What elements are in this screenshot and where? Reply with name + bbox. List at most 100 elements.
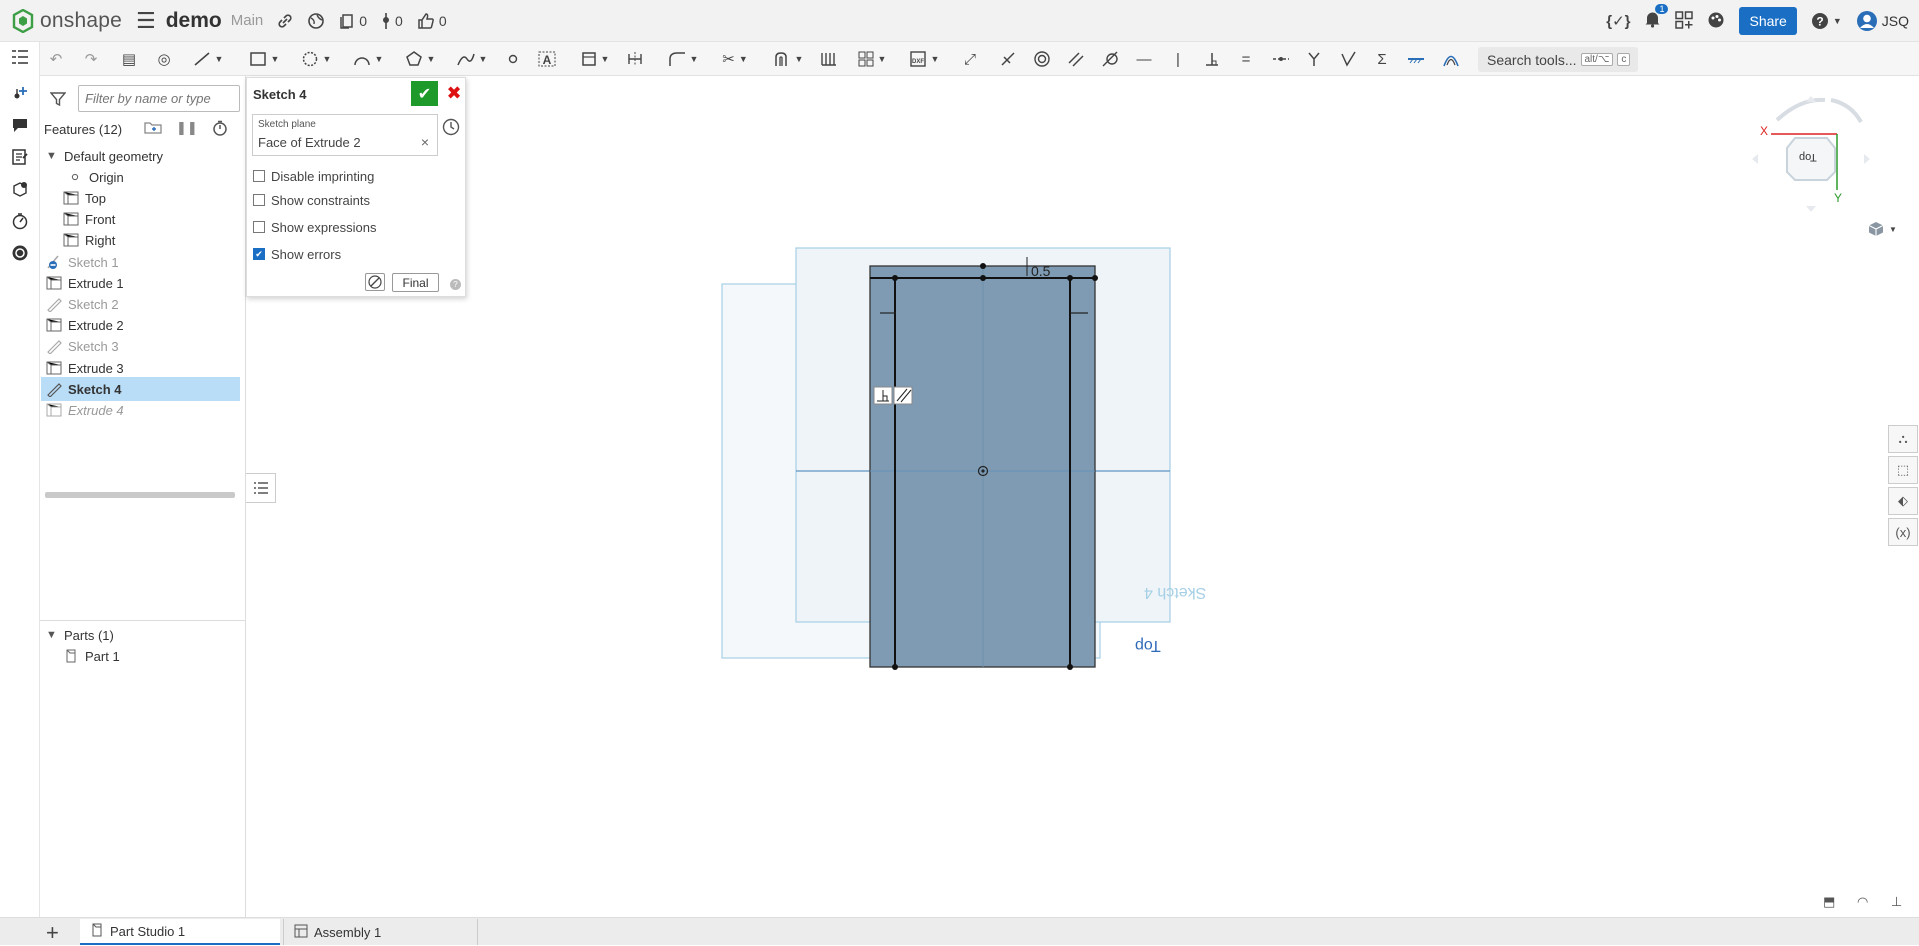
sketch-plane-field[interactable]: Sketch plane Face of Extrude 2 ×	[252, 114, 438, 156]
sketch-canvas[interactable]: 0.5	[246, 76, 1919, 917]
curvature-constraint[interactable]	[1440, 49, 1462, 69]
sketch-style-icon[interactable]	[365, 273, 385, 291]
chevron-down-icon[interactable]: ▼	[46, 629, 58, 641]
help-icon[interactable]: ?	[450, 279, 461, 290]
view-options-button[interactable]: ▼	[1868, 221, 1897, 237]
vertical-constraint[interactable]: |	[1168, 49, 1188, 69]
clear-plane-icon[interactable]: ×	[421, 134, 429, 150]
line-tool[interactable]: ▼	[190, 49, 226, 69]
tree-item-part-1[interactable]: Part 1	[40, 644, 240, 668]
chevron-down-icon[interactable]: ▼	[46, 150, 58, 162]
trim-tool[interactable]: ✂ ▼	[715, 49, 755, 69]
filter-input[interactable]	[78, 85, 240, 112]
graphics-viewport[interactable]: 0.5 Sketch 4 Top X Y Top ▼	[246, 76, 1919, 917]
concentric-constraint[interactable]	[1032, 49, 1052, 69]
pattern-tool[interactable]	[818, 49, 840, 69]
measure-tool-icon[interactable]: ⊥	[1891, 894, 1902, 910]
named-views-icon[interactable]: ◠	[1857, 894, 1868, 910]
cancel-button[interactable]: ✖	[444, 81, 464, 106]
checkbox-box[interactable]	[253, 170, 265, 182]
transform-tool[interactable]: ⤢	[960, 49, 980, 69]
redo-icon[interactable]: ↷	[82, 49, 100, 69]
perpendicular-constraint[interactable]	[1202, 49, 1222, 69]
checkbox-box[interactable]	[253, 194, 265, 206]
filter-icon[interactable]	[49, 91, 67, 111]
right-panel-parts-button[interactable]: ⬚	[1888, 456, 1918, 484]
dxf-import-tool[interactable]: DXF ▼	[904, 49, 944, 69]
feature-list-scrollbar[interactable]	[45, 492, 235, 498]
spline-tool[interactable]: ▼	[452, 49, 492, 69]
checkbox-box[interactable]	[253, 221, 265, 233]
document-name[interactable]: demo	[166, 9, 222, 33]
tab-part-studio-1[interactable]: Part Studio 1	[80, 919, 280, 945]
link-icon[interactable]	[277, 13, 293, 29]
right-panel-render-button[interactable]: ⛬	[1888, 425, 1918, 453]
checkbox-box-checked[interactable]: ✔	[253, 248, 265, 260]
toggle-feature-panel-button[interactable]	[246, 473, 276, 503]
add-feature-icon[interactable]	[9, 82, 31, 104]
appearances-icon[interactable]	[9, 178, 31, 200]
parallel-constraint[interactable]	[1066, 49, 1086, 69]
circle-tool[interactable]: ▼	[296, 49, 336, 69]
grid-pattern-tool[interactable]: ▼	[852, 49, 892, 69]
notifications-button[interactable]: 1	[1644, 3, 1669, 33]
accept-button[interactable]: ✔	[411, 81, 438, 106]
horizontal-constraint[interactable]: —	[1134, 49, 1154, 69]
user-menu[interactable]: JSQ	[1856, 10, 1909, 32]
symmetric-constraint[interactable]: Σ	[1372, 49, 1392, 69]
pause-icon[interactable]: ❚❚	[176, 120, 198, 139]
search-tools[interactable]: Search tools... alt/⌥ c	[1478, 47, 1638, 72]
dimension-label[interactable]: 0.5	[1031, 263, 1051, 279]
help-button[interactable]: ? ▼	[1811, 12, 1842, 30]
right-panel-configurations-button[interactable]: ⬖	[1888, 487, 1918, 515]
history-button[interactable]: 0	[381, 12, 403, 30]
undo-icon[interactable]: ↶	[47, 49, 65, 69]
feature-list-icon[interactable]	[9, 46, 31, 68]
fillet-tool[interactable]: ▼	[663, 49, 703, 69]
measure-icon[interactable]	[9, 210, 31, 232]
add-tab-button[interactable]: +	[46, 920, 59, 946]
tree-item-sketch-3[interactable]: Sketch 3	[40, 334, 240, 358]
normal-constraint[interactable]	[1304, 49, 1324, 69]
history-clock-icon[interactable]	[442, 118, 460, 140]
branch-name[interactable]: Main	[231, 12, 264, 29]
fix-constraint[interactable]	[1405, 49, 1427, 69]
show-expressions-checkbox[interactable]: Show expressions	[253, 218, 377, 236]
construction-tool[interactable]: ▼	[575, 49, 615, 69]
tangent-constraint[interactable]	[1100, 49, 1120, 69]
coincident-constraint[interactable]	[998, 49, 1018, 69]
apps-icon[interactable]	[1675, 10, 1694, 32]
spin-icon[interactable]: ◎	[153, 49, 175, 69]
offset-tool[interactable]: ▼	[768, 49, 808, 69]
rollback-timer-icon[interactable]	[212, 120, 228, 139]
add-folder-icon[interactable]	[144, 120, 162, 139]
properties-icon[interactable]	[9, 146, 31, 168]
versions-button[interactable]: 0	[339, 13, 367, 29]
equal-constraint[interactable]: =	[1236, 49, 1256, 69]
feature-list-icon[interactable]: ▤	[118, 49, 140, 69]
midpoint-constraint[interactable]	[1270, 49, 1292, 69]
appearance-icon[interactable]	[1707, 11, 1725, 32]
rectangle-tool[interactable]: ▼	[244, 49, 284, 69]
disable-imprinting-checkbox[interactable]: Disable imprinting	[253, 167, 374, 185]
text-tool[interactable]: A	[536, 49, 558, 69]
like-button[interactable]: 0	[417, 12, 447, 30]
midpoint-tool[interactable]	[626, 49, 644, 69]
arc-tool[interactable]: ▼	[348, 49, 388, 69]
onshape-logo[interactable]: onshape	[12, 8, 122, 33]
polygon-tool[interactable]: ▼	[400, 49, 440, 69]
show-errors-checkbox[interactable]: ✔ Show errors	[253, 245, 341, 263]
pierce-constraint[interactable]	[1338, 49, 1358, 69]
comments-icon[interactable]	[9, 114, 31, 136]
final-button[interactable]: Final	[392, 273, 439, 292]
variables-icon[interactable]: {✓}	[1606, 12, 1630, 30]
mass-properties-icon[interactable]	[9, 242, 31, 264]
view-cube[interactable]: X Y Top	[1751, 88, 1871, 218]
point-tool[interactable]	[506, 49, 520, 69]
globe-icon[interactable]	[307, 12, 325, 30]
share-button[interactable]: Share	[1739, 7, 1797, 35]
tree-item-right[interactable]: Right	[40, 228, 240, 252]
menu-icon[interactable]: ☰	[136, 8, 156, 34]
tree-item-extrude-4[interactable]: Extrude 4	[40, 398, 240, 422]
show-constraints-checkbox[interactable]: Show constraints	[253, 191, 370, 209]
